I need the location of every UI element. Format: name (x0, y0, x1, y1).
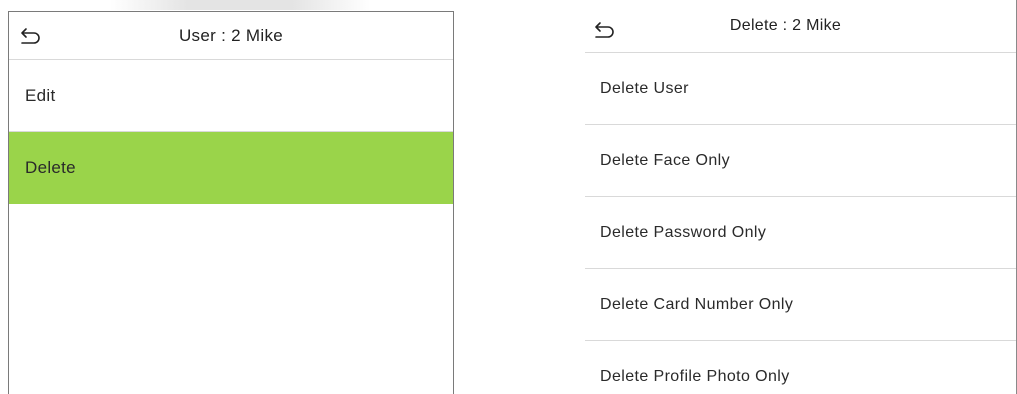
menu-item-delete-profile-photo-only[interactable]: Delete Profile Photo Only (585, 341, 1016, 394)
delete-menu-screen: Delete : 2 Mike Delete User Delete Face … (585, 0, 1017, 394)
menu-item-edit[interactable]: Edit (9, 60, 453, 132)
page-title: Delete : 2 Mike (729, 17, 842, 34)
back-arrow-icon[interactable] (19, 26, 43, 46)
menu-item-delete-user[interactable]: Delete User (585, 53, 1016, 125)
user-menu-header: User : 2 Mike (9, 12, 453, 60)
menu-item-delete-password-only[interactable]: Delete Password Only (585, 197, 1016, 269)
menu-item-label: Delete User (600, 79, 689, 97)
menu-item-label: Delete Profile Photo Only (600, 368, 790, 385)
menu-item-delete-face-only[interactable]: Delete Face Only (585, 125, 1016, 197)
menu-item-label: Delete (25, 157, 76, 177)
page-title: User : 2 Mike (178, 25, 284, 45)
menu-item-label: Delete Card Number Only (600, 295, 794, 313)
page: User : 2 Mike Edit Delete Delete : 2 Mik… (0, 0, 1017, 394)
back-arrow-icon[interactable] (593, 20, 617, 40)
user-menu-screen: User : 2 Mike Edit Delete (8, 11, 454, 394)
top-shadow (110, 0, 370, 10)
menu-item-label: Delete Password Only (600, 223, 767, 241)
delete-menu-header: Delete : 2 Mike (585, 0, 1016, 53)
menu-item-label: Delete Face Only (600, 151, 731, 169)
menu-item-label: Edit (25, 85, 56, 105)
menu-item-delete-card-number-only[interactable]: Delete Card Number Only (585, 269, 1016, 341)
menu-item-delete[interactable]: Delete (9, 132, 453, 204)
